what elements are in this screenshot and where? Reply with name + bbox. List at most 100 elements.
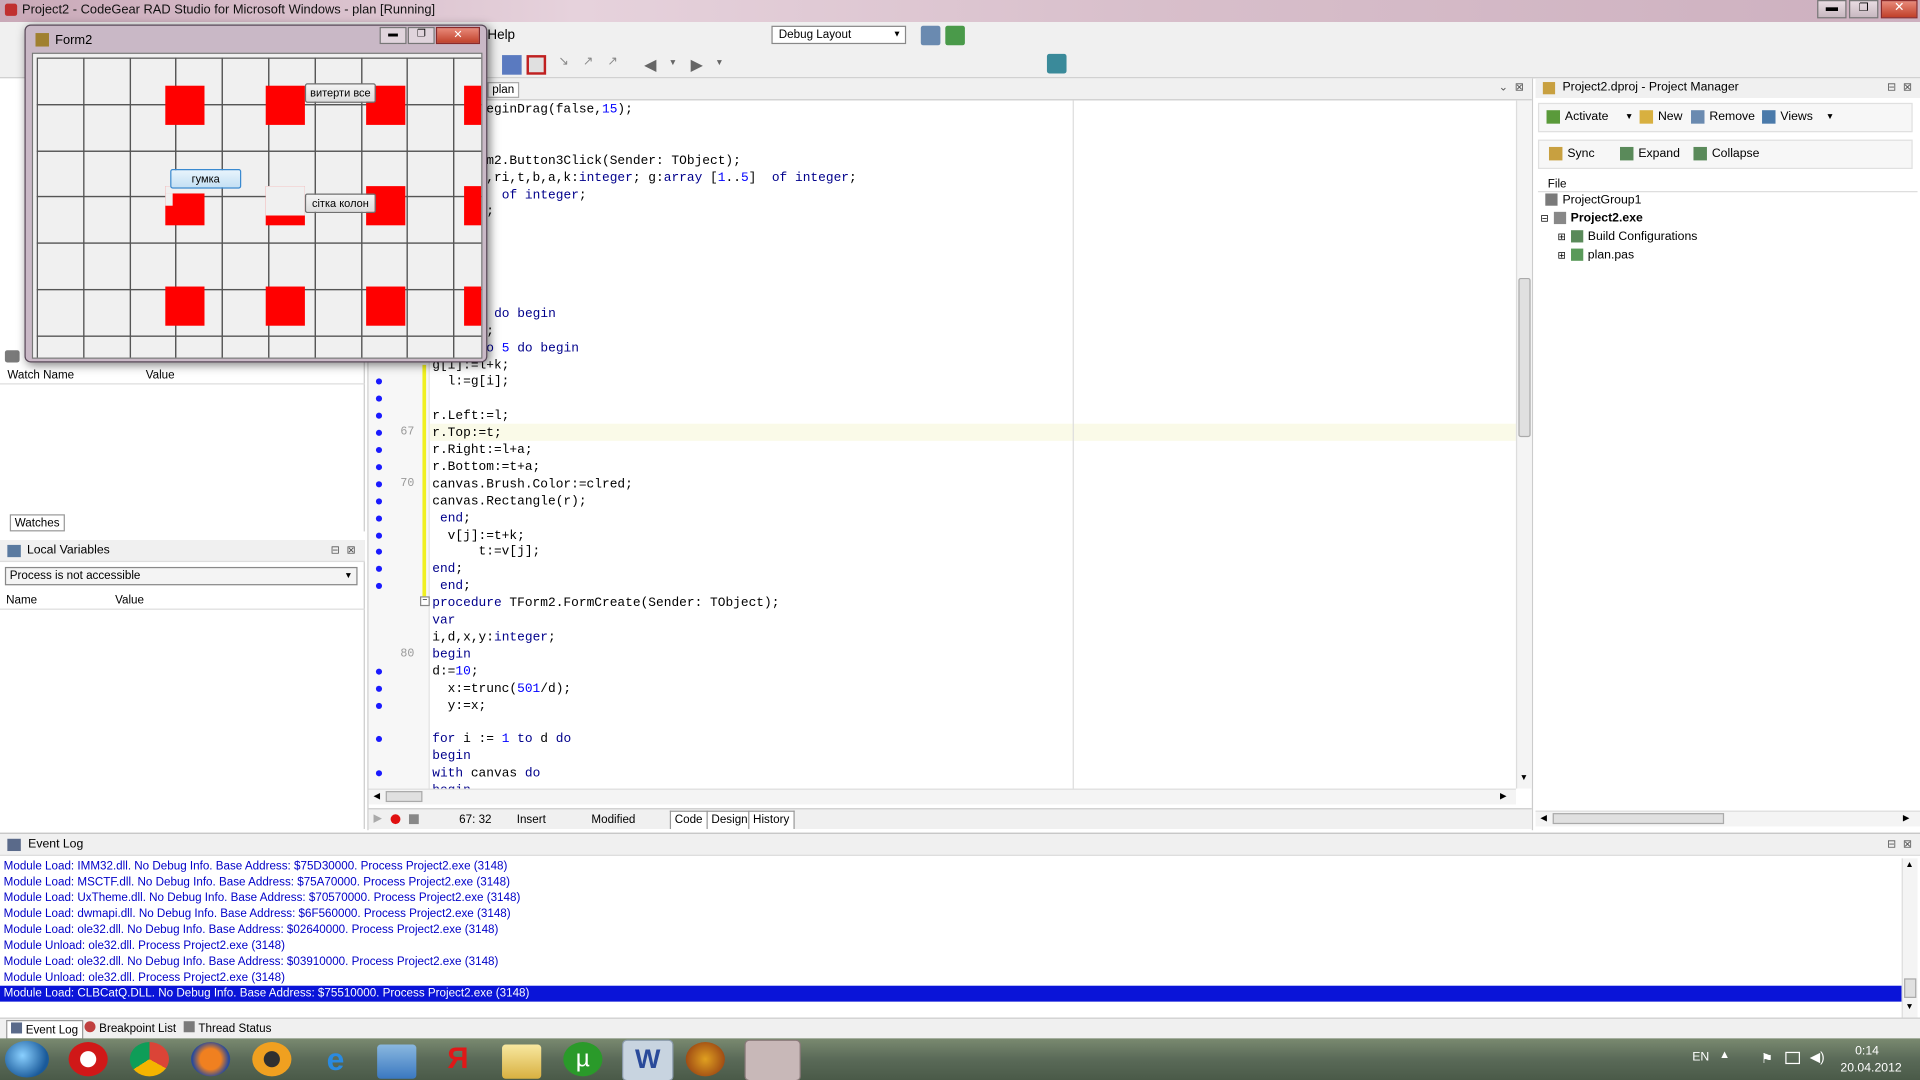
- opera-icon[interactable]: [68, 1042, 108, 1077]
- code-line[interactable]: v[j]:=t+k;: [432, 527, 525, 544]
- minimize-button[interactable]: ▬: [1817, 0, 1847, 19]
- breakpoint-dot-icon[interactable]: [375, 412, 383, 420]
- menu-help[interactable]: Help: [487, 28, 515, 43]
- maximize-button[interactable]: ❐: [1848, 0, 1879, 19]
- code-line[interactable]: canvas.Brush.Color:=clred;: [432, 476, 633, 493]
- code-line[interactable]: l:=g[i];: [432, 374, 510, 391]
- event-log-line[interactable]: Module Load: ole32.dll. No Debug Info. B…: [4, 922, 499, 938]
- code-line[interactable]: r.Right:=l+a;: [432, 442, 532, 459]
- back-icon[interactable]: ◀: [644, 55, 664, 75]
- tab-close-icon[interactable]: ⊠: [1515, 81, 1524, 94]
- code-line[interactable]: begin: [432, 646, 471, 663]
- tab-design[interactable]: Design: [706, 810, 753, 829]
- editor-hscrollbar[interactable]: ◀ ▶: [368, 788, 1516, 805]
- rubber-button[interactable]: гумка: [170, 168, 242, 189]
- tab-thread-status[interactable]: Thread Status: [183, 1021, 271, 1036]
- pause-icon[interactable]: [502, 55, 522, 75]
- remove-button[interactable]: Remove: [1691, 110, 1755, 124]
- code-line[interactable]: end;: [432, 510, 471, 527]
- breakpoint-dot-icon[interactable]: [375, 463, 383, 471]
- breakpoint-dot-icon[interactable]: [375, 497, 383, 505]
- hscroll-thumb[interactable]: [385, 791, 423, 803]
- tree-expander-icon[interactable]: ⊞: [1558, 231, 1566, 242]
- editor-vscrollbar[interactable]: ▼: [1515, 100, 1532, 789]
- firefox-icon[interactable]: [191, 1042, 231, 1077]
- pin-icon[interactable]: ⊟: [1887, 838, 1896, 851]
- scroll-thumb[interactable]: [1518, 277, 1531, 438]
- code-line[interactable]: for i := 1 to d do: [432, 731, 571, 748]
- event-log-vscrollbar[interactable]: ▲ ▼: [1901, 858, 1918, 1018]
- breakpoint-dot-icon[interactable]: [375, 532, 383, 539]
- breakpoint-dot-icon[interactable]: [375, 668, 383, 675]
- form2-close-button[interactable]: ✕: [435, 26, 481, 45]
- back-dropdown-icon[interactable]: ▼: [669, 59, 689, 79]
- hscroll-thumb[interactable]: [1552, 813, 1725, 825]
- tree-plan-pas[interactable]: ⊞ plan.pas: [1558, 247, 1635, 264]
- event-log-line[interactable]: Module Load: dwmapi.dll. No Debug Info. …: [4, 906, 511, 922]
- form2-canvas[interactable]: витерти все гумка сітка колон: [31, 52, 483, 359]
- step-over-icon[interactable]: ↗: [583, 55, 603, 75]
- panel-close-icon[interactable]: ⊠: [1903, 838, 1912, 851]
- breakpoint-dot-icon[interactable]: [375, 480, 383, 488]
- tray-arrow-icon[interactable]: ▲: [1719, 1048, 1730, 1060]
- breakpoint-dot-icon[interactable]: [375, 549, 383, 556]
- code-area[interactable]: tton2.BeginDrag(false,15); re TForm2.Butt…: [432, 100, 1510, 789]
- code-line[interactable]: t:=v[j];: [432, 544, 541, 561]
- trace-icon[interactable]: ↗: [607, 55, 627, 75]
- code-line[interactable]: with canvas do: [432, 765, 540, 782]
- tab-code[interactable]: Code: [669, 810, 708, 829]
- set-debug-desktop-icon[interactable]: [945, 25, 965, 46]
- tree-expander-icon[interactable]: ⊞: [1558, 250, 1566, 261]
- breakpoint-dot-icon[interactable]: [375, 736, 383, 743]
- scroll-up-icon[interactable]: ▲: [1905, 861, 1913, 870]
- close-button[interactable]: ✕: [1880, 0, 1918, 19]
- code-line[interactable]: i,d,x,y:integer;: [432, 629, 555, 646]
- record-macro-icon[interactable]: [390, 814, 401, 825]
- scroll-right-icon[interactable]: ▶: [1500, 791, 1507, 801]
- event-log-line[interactable]: Module Unload: ole32.dll. Process Projec…: [4, 970, 285, 986]
- help-book-icon[interactable]: [1046, 53, 1067, 74]
- language-indicator[interactable]: EN: [1692, 1051, 1709, 1064]
- event-log-list[interactable]: Module Load: IMM32.dll. No Debug Info. B…: [0, 858, 1902, 1017]
- code-line[interactable]: begin: [432, 748, 471, 765]
- tree-expander-icon[interactable]: ⊟: [1540, 213, 1548, 224]
- pm-hscrollbar[interactable]: ◀ ▶: [1535, 810, 1920, 827]
- explorer-folder-icon[interactable]: [502, 1044, 542, 1079]
- word-icon[interactable]: W: [622, 1039, 674, 1080]
- collapse-button[interactable]: Collapse: [1693, 146, 1759, 161]
- code-line[interactable]: r.Top:=t;: [432, 425, 501, 442]
- step-into-icon[interactable]: ↘: [558, 55, 578, 75]
- pin-icon[interactable]: ⊟: [331, 544, 340, 557]
- volume-icon[interactable]: ◀): [1810, 1049, 1825, 1066]
- event-log-line[interactable]: Module Unload: ole32.dll. Process Projec…: [4, 938, 285, 954]
- breakpoint-dot-icon[interactable]: [375, 395, 383, 402]
- scroll-right-icon[interactable]: ▶: [1903, 813, 1910, 823]
- rad-studio-icon[interactable]: [744, 1039, 801, 1080]
- tab-watches[interactable]: Watches: [9, 514, 65, 532]
- event-log-line[interactable]: Module Load: IMM32.dll. No Debug Info. B…: [4, 858, 508, 874]
- internet-explorer-icon[interactable]: e: [316, 1042, 355, 1076]
- tab-history[interactable]: History: [748, 810, 795, 829]
- activate-dropdown-icon[interactable]: ▼: [1625, 113, 1633, 122]
- breakpoint-dot-icon[interactable]: [375, 566, 383, 573]
- tab-breakpoint-list[interactable]: Breakpoint List: [84, 1021, 176, 1036]
- pin-icon[interactable]: ⊟: [1887, 81, 1896, 94]
- code-line[interactable]: canvas.Rectangle(r);: [432, 493, 586, 510]
- code-line[interactable]: procedure TForm2.FormCreate(Sender: TObj…: [432, 595, 779, 612]
- code-line[interactable]: Rect; l,ri,t,b,a,k:integer; g:array [1..…: [432, 170, 856, 187]
- aimp-icon[interactable]: [252, 1042, 292, 1077]
- breakpoint-dot-icon[interactable]: [375, 378, 383, 385]
- breakpoint-dot-icon[interactable]: [375, 702, 383, 709]
- network-icon[interactable]: [1785, 1051, 1801, 1065]
- scroll-down-icon[interactable]: ▼: [1520, 774, 1528, 783]
- code-line[interactable]: r.Bottom:=t+a;: [432, 459, 540, 476]
- play-macro-icon[interactable]: ▶: [373, 812, 381, 825]
- forward-dropdown-icon[interactable]: ▼: [715, 59, 735, 79]
- helmet-icon[interactable]: [685, 1042, 725, 1077]
- event-log-line[interactable]: Module Load: ole32.dll. No Debug Info. B…: [4, 954, 499, 970]
- code-line[interactable]: d:=10;: [432, 663, 478, 680]
- clock-date[interactable]: 20.04.2012: [1840, 1062, 1901, 1075]
- code-line[interactable]: r.Left:=l;: [432, 408, 509, 425]
- breakpoint-dot-icon[interactable]: [375, 446, 383, 454]
- views-button[interactable]: Views: [1762, 110, 1813, 124]
